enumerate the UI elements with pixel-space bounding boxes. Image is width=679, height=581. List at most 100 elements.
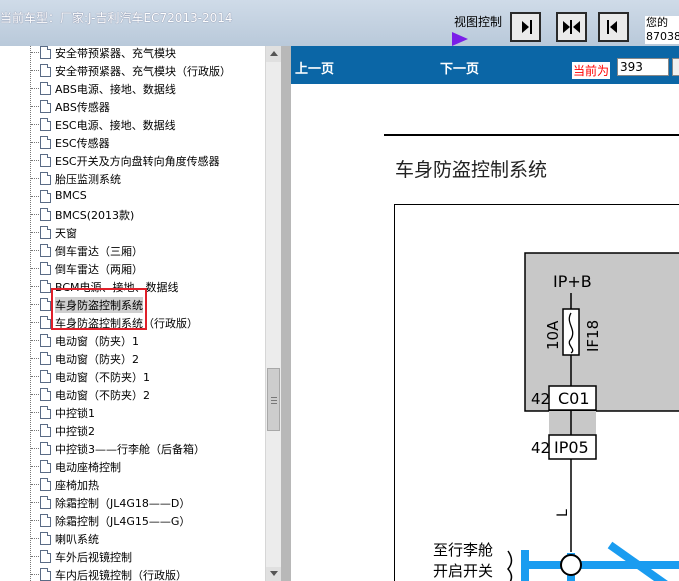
tree-scrollbar[interactable]	[265, 46, 281, 581]
tree-connector	[31, 268, 39, 269]
tree-item-label: 天窗	[55, 227, 77, 240]
tree-connector	[31, 394, 39, 395]
page-number-input[interactable]	[617, 58, 669, 76]
tree-item[interactable]: 胎压监测系统	[30, 170, 265, 188]
tree-connector	[31, 520, 39, 521]
document-viewer: 上一页 下一页 当前为 车身防盗控制系统 IP+B 10A IF18 42 C0…	[291, 46, 679, 581]
go-page-button[interactable]	[672, 58, 679, 76]
prev-page-link[interactable]: 上一页	[295, 58, 334, 77]
split-view-icon	[563, 20, 580, 34]
tree-item[interactable]: 喇叭系统	[30, 530, 265, 548]
wire-color-label: L	[555, 509, 571, 517]
scroll-down-arrow-icon[interactable]	[266, 567, 281, 581]
document-icon	[40, 82, 51, 95]
tree-item-label: ABS传感器	[55, 101, 110, 114]
document-icon	[40, 46, 51, 59]
document-icon	[40, 316, 51, 329]
tree-item[interactable]: 倒车雷达（三厢）	[30, 242, 265, 260]
tree-item[interactable]: 电动座椅控制	[30, 458, 265, 476]
tree-item[interactable]: ESC传感器	[30, 134, 265, 152]
tree-item[interactable]: 车外后视镜控制	[30, 548, 265, 566]
tree-connector	[31, 214, 39, 215]
document-icon	[40, 172, 51, 185]
tree-item[interactable]: 中控锁2	[30, 422, 265, 440]
fuse-box	[562, 308, 580, 356]
document-icon	[40, 406, 51, 419]
tree-connector	[31, 574, 39, 575]
document-icon	[40, 208, 51, 221]
tree-item[interactable]: 倒车雷达（两厢）	[30, 260, 265, 278]
scroll-thumb[interactable]	[267, 368, 280, 431]
tree-connector	[31, 304, 39, 305]
document-icon	[40, 370, 51, 383]
view-right-pane-button[interactable]	[510, 12, 541, 42]
view-left-pane-button[interactable]	[598, 12, 629, 42]
connector-c01-label: C01	[558, 389, 590, 408]
tree-item[interactable]: 天窗	[30, 224, 265, 242]
tree-item[interactable]: 安全带预紧器、充气模块	[30, 46, 265, 62]
tree-item-label: 除霜控制（JL4G18——D）	[55, 497, 191, 510]
tree-item-label: 中控锁1	[55, 407, 95, 420]
play-arrow-icon	[452, 32, 468, 46]
document-icon	[40, 334, 51, 347]
tree-item[interactable]: 电动窗（不防夹）2	[30, 386, 265, 404]
document-icon	[40, 118, 51, 131]
tree-item[interactable]: BMCS	[30, 188, 265, 206]
tree-connector	[31, 178, 39, 179]
tree-item[interactable]: 车内后视镜控制（行政版）	[30, 566, 265, 581]
document-icon	[40, 352, 51, 365]
tree-item[interactable]: 除霜控制（JL4G15——G）	[30, 512, 265, 530]
notice-line-1: 您的	[646, 16, 668, 29]
document-icon	[40, 478, 51, 491]
current-page-label: 当前为	[572, 62, 611, 79]
tree-item[interactable]: ABS传感器	[30, 98, 265, 116]
document-icon	[40, 136, 51, 149]
tree-item-label: 胎压监测系统	[55, 173, 121, 186]
tree-item[interactable]: ESC电源、接地、数据线	[30, 116, 265, 134]
document-icon	[40, 298, 51, 311]
tree-item-label: 倒车雷达（三厢）	[55, 245, 143, 258]
tree-item[interactable]: 电动窗（防夹）1	[30, 332, 265, 350]
tree-item-label: 车内后视镜控制（行政版）	[55, 569, 187, 581]
document-icon	[40, 244, 51, 257]
notice-text: 您的 87038	[645, 16, 679, 44]
pane-splitter[interactable]	[281, 46, 291, 581]
destination-brace	[507, 550, 513, 581]
tree-item[interactable]: BMCS(2013款)	[30, 206, 265, 224]
document-icon	[40, 280, 51, 293]
document-icon	[40, 100, 51, 113]
document-icon	[40, 460, 51, 473]
tree-item[interactable]: 安全带预紧器、充气模块（行政版）	[30, 62, 265, 80]
tree-connector	[31, 412, 39, 413]
scroll-up-arrow-icon[interactable]	[266, 46, 281, 62]
page-nav-bar: 上一页 下一页 当前为	[291, 46, 679, 84]
tree-connector	[31, 502, 39, 503]
wiring-diagram: IP+B 10A IF18 42 C01 42 IP05 L 至行李舱 开启开关	[394, 204, 679, 581]
wire-segment-gray	[549, 411, 596, 435]
align-left-icon	[607, 20, 617, 34]
tree-connector	[31, 106, 39, 107]
next-page-link[interactable]: 下一页	[440, 58, 479, 77]
tree-connector	[31, 232, 39, 233]
document-icon	[40, 550, 51, 563]
tree-item[interactable]: ESC开关及方向盘转向角度传感器	[30, 152, 265, 170]
tree-item[interactable]: 电动窗（不防夹）1	[30, 368, 265, 386]
tree-connector	[31, 88, 39, 89]
view-split-button[interactable]	[556, 12, 587, 42]
title-rule	[384, 134, 679, 136]
document-icon	[40, 442, 51, 455]
tree-item[interactable]: 中控锁1	[30, 404, 265, 422]
document-icon	[40, 64, 51, 77]
align-right-icon	[522, 20, 532, 34]
tree-item-label: BMCS	[55, 189, 87, 202]
document-icon	[40, 262, 51, 275]
tree-item[interactable]: 座椅加热	[30, 476, 265, 494]
tree-item[interactable]: 中控锁3——行李舱（后备箱）	[30, 440, 265, 458]
tree-item[interactable]: 电动窗（防夹）2	[30, 350, 265, 368]
tree-item[interactable]: ABS电源、接地、数据线	[30, 80, 265, 98]
tree-item[interactable]: 除霜控制（JL4G18——D）	[30, 494, 265, 512]
power-label: IP+B	[553, 272, 592, 291]
window-title: 当前车型：厂家:J-吉利汽车EC72013-2014	[0, 11, 233, 25]
document-title: 车身防盗控制系统	[395, 159, 548, 181]
tree-item-label: 电动窗（不防夹）2	[55, 389, 150, 402]
